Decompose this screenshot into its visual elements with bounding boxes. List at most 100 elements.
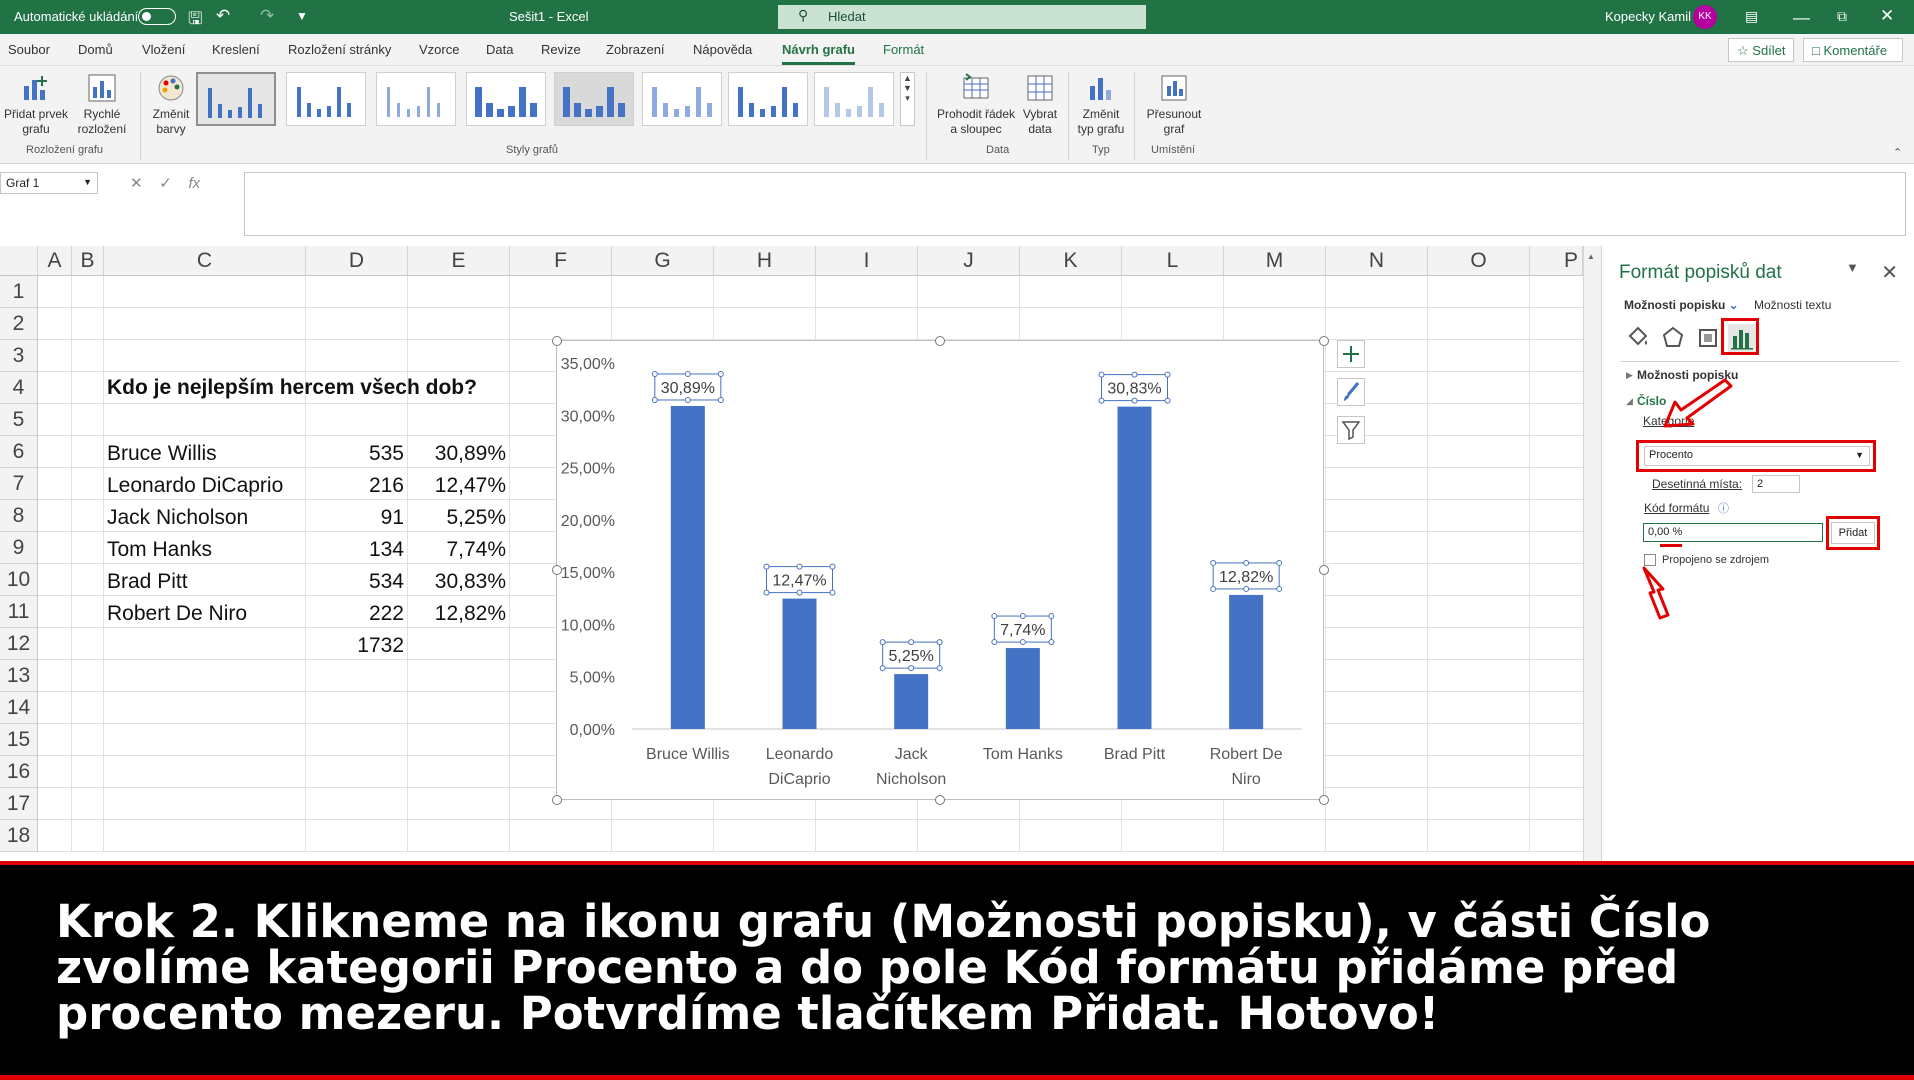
actor-votes[interactable]: 134: [306, 538, 404, 562]
actor-pct[interactable]: 30,89%: [408, 442, 506, 466]
chart-styles-button[interactable]: [1337, 378, 1365, 406]
tab-revize[interactable]: Revize: [541, 42, 581, 57]
column-header[interactable]: K: [1020, 246, 1122, 276]
gallery-scroll[interactable]: ▲ ▼ ▾: [900, 72, 915, 126]
column-header[interactable]: N: [1326, 246, 1428, 276]
column-header[interactable]: E: [408, 246, 510, 276]
tab-rozlozeni-stranky[interactable]: Rozložení stránky: [288, 42, 391, 57]
column-header[interactable]: F: [510, 246, 612, 276]
quick-layout-button[interactable]: Rychlé rozložení: [70, 68, 134, 137]
column-header[interactable]: A: [38, 246, 72, 276]
resize-handle[interactable]: [935, 336, 945, 346]
scroll-up-icon[interactable]: ▲: [903, 73, 912, 83]
tab-vlozeni[interactable]: Vložení: [142, 42, 185, 57]
share-button[interactable]: ☆ Sdílet: [1728, 38, 1794, 62]
name-box[interactable]: Graf 1 ▼: [0, 172, 98, 194]
column-header[interactable]: I: [816, 246, 918, 276]
effects-icon[interactable]: [1659, 324, 1687, 352]
tab-navrh-grafu[interactable]: Návrh grafu: [782, 42, 855, 65]
formula-input[interactable]: [244, 172, 1906, 236]
row-header[interactable]: 2: [0, 308, 38, 340]
row-header[interactable]: 14: [0, 692, 38, 724]
column-header[interactable]: J: [918, 246, 1020, 276]
tab-zobrazeni[interactable]: Zobrazení: [606, 42, 665, 57]
format-code-input[interactable]: 0,00 %: [1643, 523, 1823, 542]
chart-style-4[interactable]: [466, 72, 546, 126]
collapse-arrow-icon[interactable]: ◢: [1626, 396, 1633, 407]
actor-pct[interactable]: 7,74%: [408, 538, 506, 562]
tab-vzorce[interactable]: Vzorce: [419, 42, 459, 57]
row-header[interactable]: 15: [0, 724, 38, 756]
column-header[interactable]: H: [714, 246, 816, 276]
actor-votes[interactable]: 216: [306, 474, 404, 498]
column-header[interactable]: B: [72, 246, 104, 276]
select-data-button[interactable]: Vybrat data: [1018, 68, 1062, 137]
avatar[interactable]: KK: [1693, 5, 1717, 29]
sheet-heading[interactable]: Kdo je nejlepším hercem všech dob?: [107, 376, 477, 400]
actor-votes[interactable]: 222: [306, 602, 404, 626]
resize-handle[interactable]: [552, 795, 562, 805]
column-header[interactable]: M: [1224, 246, 1326, 276]
ribbon-display-icon[interactable]: ▤: [1745, 8, 1758, 25]
undo-icon[interactable]: ↶: [216, 6, 230, 26]
collapse-ribbon-icon[interactable]: ⌃: [1893, 146, 1902, 159]
resize-handle[interactable]: [1319, 795, 1329, 805]
actor-pct[interactable]: 12,47%: [408, 474, 506, 498]
tab-kresleni[interactable]: Kreslení: [212, 42, 260, 57]
decimals-input[interactable]: 2: [1752, 475, 1800, 493]
resize-handle[interactable]: [552, 336, 562, 346]
tab-data[interactable]: Data: [486, 42, 513, 57]
tab-napoveda[interactable]: Nápověda: [693, 42, 752, 57]
row-header[interactable]: 6: [0, 436, 38, 468]
column-header[interactable]: D: [306, 246, 408, 276]
row-header[interactable]: 4: [0, 372, 38, 404]
row-header[interactable]: 9: [0, 532, 38, 564]
actor-name[interactable]: Jack Nicholson: [107, 506, 248, 530]
enter-icon[interactable]: ✓: [159, 175, 172, 192]
chart-style-3[interactable]: [376, 72, 456, 126]
tab-soubor[interactable]: Soubor: [8, 42, 50, 57]
row-header[interactable]: 13: [0, 660, 38, 692]
search-box[interactable]: ⚲ Hledat: [778, 5, 1146, 29]
chart-style-5[interactable]: [554, 72, 634, 126]
change-colors-button[interactable]: Změnit barvy: [142, 68, 200, 137]
actor-name[interactable]: Bruce Willis: [107, 442, 217, 466]
column-header[interactable]: P: [1530, 246, 1583, 276]
resize-handle[interactable]: [552, 565, 562, 575]
row-header[interactable]: 16: [0, 756, 38, 788]
scroll-down-icon[interactable]: ▼: [903, 83, 912, 93]
cancel-icon[interactable]: ✕: [130, 175, 143, 192]
scroll-up-icon[interactable]: ▲: [1587, 252, 1597, 261]
actor-name[interactable]: Leonardo DiCaprio: [107, 474, 283, 498]
row-header[interactable]: 5: [0, 404, 38, 436]
row-header[interactable]: 11: [0, 596, 38, 628]
comments-button[interactable]: □ Komentáře: [1803, 38, 1903, 62]
row-header[interactable]: 7: [0, 468, 38, 500]
actor-name[interactable]: Brad Pitt: [107, 570, 188, 594]
row-header[interactable]: 3: [0, 340, 38, 372]
switch-row-column-button[interactable]: Prohodit řádek a sloupec: [932, 68, 1020, 137]
vertical-scrollbar[interactable]: ▲: [1583, 246, 1601, 861]
redo-icon[interactable]: ↷: [260, 6, 274, 26]
chart-filters-button[interactable]: [1337, 416, 1365, 444]
select-all-corner[interactable]: [0, 246, 38, 276]
row-header[interactable]: 17: [0, 788, 38, 820]
chart-elements-button[interactable]: [1337, 340, 1365, 368]
row-header[interactable]: 10: [0, 564, 38, 596]
column-header[interactable]: O: [1428, 246, 1530, 276]
expand-arrow-icon[interactable]: ▶: [1626, 370, 1633, 381]
actor-pct[interactable]: 30,83%: [408, 570, 506, 594]
column-header[interactable]: G: [612, 246, 714, 276]
tab-domu[interactable]: Domů: [78, 42, 113, 57]
actor-votes[interactable]: 535: [306, 442, 404, 466]
close-icon[interactable]: ✕: [1880, 6, 1894, 26]
tab-label-options[interactable]: Možnosti popisku ⌄: [1624, 298, 1739, 312]
autosave-toggle[interactable]: [138, 8, 176, 25]
chart-style-6[interactable]: [642, 72, 722, 126]
chart-style-2[interactable]: [286, 72, 366, 126]
size-properties-icon[interactable]: [1694, 324, 1722, 352]
tab-text-options[interactable]: Možnosti textu: [1754, 298, 1831, 312]
row-header[interactable]: 1: [0, 276, 38, 308]
chart[interactable]: 0,00% 5,00% 10,00% 15,00% 20,00% 25,00% 30,00%…: [556, 340, 1324, 800]
actor-pct[interactable]: 5,25%: [408, 506, 506, 530]
